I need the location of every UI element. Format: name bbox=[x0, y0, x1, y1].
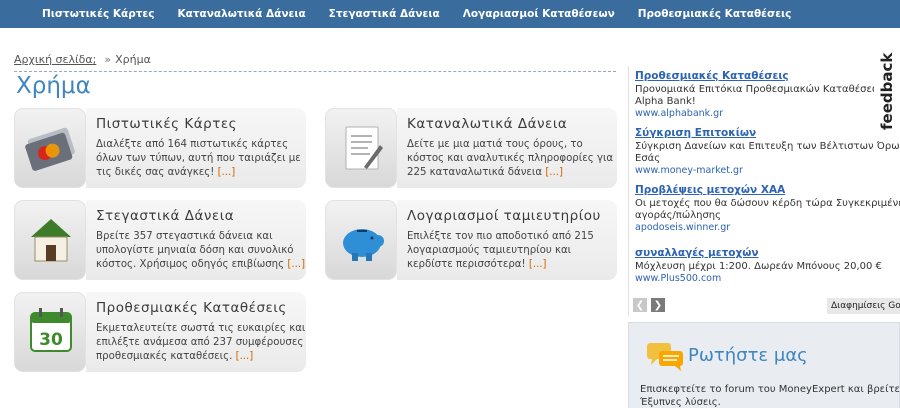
divider bbox=[14, 71, 616, 72]
ad-title[interactable]: Σύγκριση Επιτοκίων bbox=[635, 127, 900, 139]
ask-us-line: Έξυπνες λύσεις. bbox=[640, 397, 721, 408]
ad-body: Alpha Bank! bbox=[635, 96, 696, 107]
top-navigation: Πιστωτικές Κάρτες Καταναλωτικά Δάνεια Στ… bbox=[0, 0, 900, 28]
ad-title[interactable]: Προθεσμιακές Καταθέσεις bbox=[635, 70, 886, 82]
ad-title[interactable]: Προβλέψεις μετοχών ΧΑΑ bbox=[635, 184, 900, 196]
card-description: Δείτε με μια ματιά τους όρους, το κόστος… bbox=[407, 138, 617, 180]
ad-body: Οι μετοχές που θα δώσουν κέρδη τώρα Συγκ… bbox=[635, 198, 900, 209]
breadcrumb-home-link[interactable]: Αρχική σελίδα; bbox=[14, 53, 96, 66]
chevron-right-icon[interactable]: ❯ bbox=[651, 298, 665, 312]
card-title[interactable]: Λογαριασμοί ταμιευτηρίου bbox=[407, 208, 601, 224]
ad-navigation: ❮ ❯ bbox=[633, 298, 665, 312]
card-description: Επιλέξτε τον πιο αποδοτικό από 215 λογαρ… bbox=[407, 230, 617, 272]
card-description: Εκμεταλευτείτε σωστά τις ευκαιρίες και ε… bbox=[96, 322, 306, 364]
ad-item[interactable]: συναλλαγές μετοχών Μόχλευση μέχρι 1:200.… bbox=[635, 247, 882, 284]
card-mortgage-loans[interactable]: Στεγαστικά Δάνεια Βρείτε 357 στεγαστικά … bbox=[14, 200, 306, 280]
card-savings-accounts[interactable]: Λογαριασμοί ταμιευτηρίου Επιλέξτε τον πι… bbox=[325, 200, 617, 280]
card-body: Πιστωτικές Κάρτες Διαλέξτε από 164 πιστω… bbox=[86, 108, 306, 188]
ad-body: Εσάς bbox=[635, 153, 661, 164]
ask-us-text: Επισκεφτείτε το forum του MoneyExpert κα… bbox=[640, 383, 900, 408]
ad-item[interactable]: Προθεσμιακές Καταθέσεις Προνομιακά Επιτό… bbox=[635, 70, 886, 119]
card-title[interactable]: Καταναλωτικά Δάνεια bbox=[407, 116, 567, 132]
document-icon-box bbox=[325, 108, 397, 188]
breadcrumb-current: Χρήμα bbox=[115, 53, 151, 66]
card-text: Διαλέξτε από 164 πιστωτικές κάρτες όλων … bbox=[96, 139, 301, 178]
card-body: Στεγαστικά Δάνεια Βρείτε 357 στεγαστικά … bbox=[86, 200, 306, 280]
card-body: Καταναλωτικά Δάνεια Δείτε με μια ματιά τ… bbox=[397, 108, 617, 188]
ad-item[interactable]: Προβλέψεις μετοχών ΧΑΑ Οι μετοχές που θα… bbox=[635, 184, 900, 233]
ad-url[interactable]: www.money-market.gr bbox=[635, 165, 900, 176]
card-text: Δείτε με μια ματιά τους όρους, το κόστος… bbox=[407, 139, 614, 178]
card-body: Λογαριασμοί ταμιευτηρίου Επιλέξτε τον πι… bbox=[397, 200, 617, 280]
ask-us-title[interactable]: Ρωτήστε μας bbox=[688, 345, 808, 366]
calendar-day: 30 bbox=[39, 330, 63, 350]
card-credit-cards[interactable]: Πιστωτικές Κάρτες Διαλέξτε από 164 πιστω… bbox=[14, 108, 306, 188]
ad-title[interactable]: συναλλαγές μετοχών bbox=[635, 247, 882, 259]
house-icon-box bbox=[14, 200, 86, 280]
more-link[interactable]: [...] bbox=[529, 259, 547, 270]
card-title[interactable]: Πιστωτικές Κάρτες bbox=[96, 116, 237, 132]
card-term-deposits[interactable]: 30 Προθεσμιακές Καταθέσεις Εκμεταλευτείτ… bbox=[14, 292, 306, 372]
piggy-bank-icon bbox=[343, 229, 384, 261]
piggy-bank-icon-box bbox=[325, 200, 397, 280]
breadcrumb-separator: » bbox=[104, 53, 112, 66]
calendar-icon-box: 30 bbox=[14, 292, 86, 372]
ad-body: Μόχλευση μέχρι 1:200. Δωρεάν Μπόνους 20,… bbox=[635, 261, 882, 272]
card-body: Προθεσμιακές Καταθέσεις Εκμεταλευτείτε σ… bbox=[86, 292, 306, 372]
ad-body: Σύγκριση Δανείων και Επιτευξη των Βέλτισ… bbox=[635, 141, 900, 152]
feedback-tab[interactable]: feedback bbox=[874, 52, 900, 136]
chevron-left-icon[interactable]: ❮ bbox=[633, 298, 647, 312]
card-description: Διαλέξτε από 164 πιστωτικές κάρτες όλων … bbox=[96, 138, 306, 180]
ask-us-line: Επισκεφτείτε το forum του MoneyExpert κα… bbox=[640, 384, 900, 395]
credit-card-icon-box bbox=[14, 108, 86, 188]
nav-credit-cards[interactable]: Πιστωτικές Κάρτες bbox=[42, 8, 155, 20]
ad-url[interactable]: www.alphabank.gr bbox=[635, 108, 886, 119]
card-description: Βρείτε 357 στεγαστικά δάνεια και υπολογί… bbox=[96, 230, 306, 272]
more-link[interactable]: [...] bbox=[236, 351, 254, 362]
ad-url[interactable]: www.Plus500.com bbox=[635, 273, 882, 284]
ad-item[interactable]: Σύγκριση Επιτοκίων Σύγκριση Δανείων και … bbox=[635, 127, 900, 176]
ad-body: Προνομιακά Επιτόκια Προθεσμιακών Καταθέσ… bbox=[635, 84, 886, 95]
more-link[interactable]: [...] bbox=[545, 167, 563, 178]
card-consumer-loans[interactable]: Καταναλωτικά Δάνεια Δείτε με μια ματιά τ… bbox=[325, 108, 617, 188]
breadcrumb: Αρχική σελίδα; » Χρήμα bbox=[14, 53, 151, 66]
card-text: Εκμεταλευτείτε σωστά τις ευκαιρίες και ε… bbox=[96, 323, 306, 362]
more-link[interactable]: [...] bbox=[287, 259, 305, 270]
card-text: Επιλέξτε τον πιο αποδοτικό από 215 λογαρ… bbox=[407, 231, 594, 270]
ask-us-box: Ρωτήστε μας Επισκεφτείτε το forum του Mo… bbox=[628, 322, 900, 408]
nav-mortgage-loans[interactable]: Στεγαστικά Δάνεια bbox=[329, 8, 440, 20]
card-title[interactable]: Προθεσμιακές Καταθέσεις bbox=[96, 300, 287, 316]
document-icon bbox=[345, 126, 383, 170]
card-text: Βρείτε 357 στεγαστικά δάνεια και υπολογί… bbox=[96, 231, 294, 270]
speech-bubbles-icon bbox=[647, 343, 683, 371]
house-icon bbox=[31, 219, 71, 262]
nav-deposit-accounts[interactable]: Λογαριασμοί Καταθέσεων bbox=[463, 8, 615, 20]
sponsored-ads: Προθεσμιακές Καταθέσεις Προνομιακά Επιτό… bbox=[628, 66, 900, 316]
more-link[interactable]: [...] bbox=[218, 167, 236, 178]
card-title[interactable]: Στεγαστικά Δάνεια bbox=[96, 208, 234, 224]
calendar-icon: 30 bbox=[30, 308, 72, 352]
credit-card-icon bbox=[25, 127, 75, 171]
nav-term-deposits[interactable]: Προθεσμιακές Καταθέσεις bbox=[638, 8, 792, 20]
ads-by-google-label[interactable]: Διαφημίσεις Go bbox=[827, 298, 900, 314]
ad-url[interactable]: apodoseis.winner.gr bbox=[635, 222, 900, 233]
feedback-label: feedback bbox=[878, 52, 896, 130]
ad-body: αγοράς/πώλησης bbox=[635, 210, 722, 221]
nav-consumer-loans[interactable]: Καταναλωτικά Δάνεια bbox=[178, 8, 306, 20]
page-title: Χρήμα bbox=[16, 73, 91, 99]
